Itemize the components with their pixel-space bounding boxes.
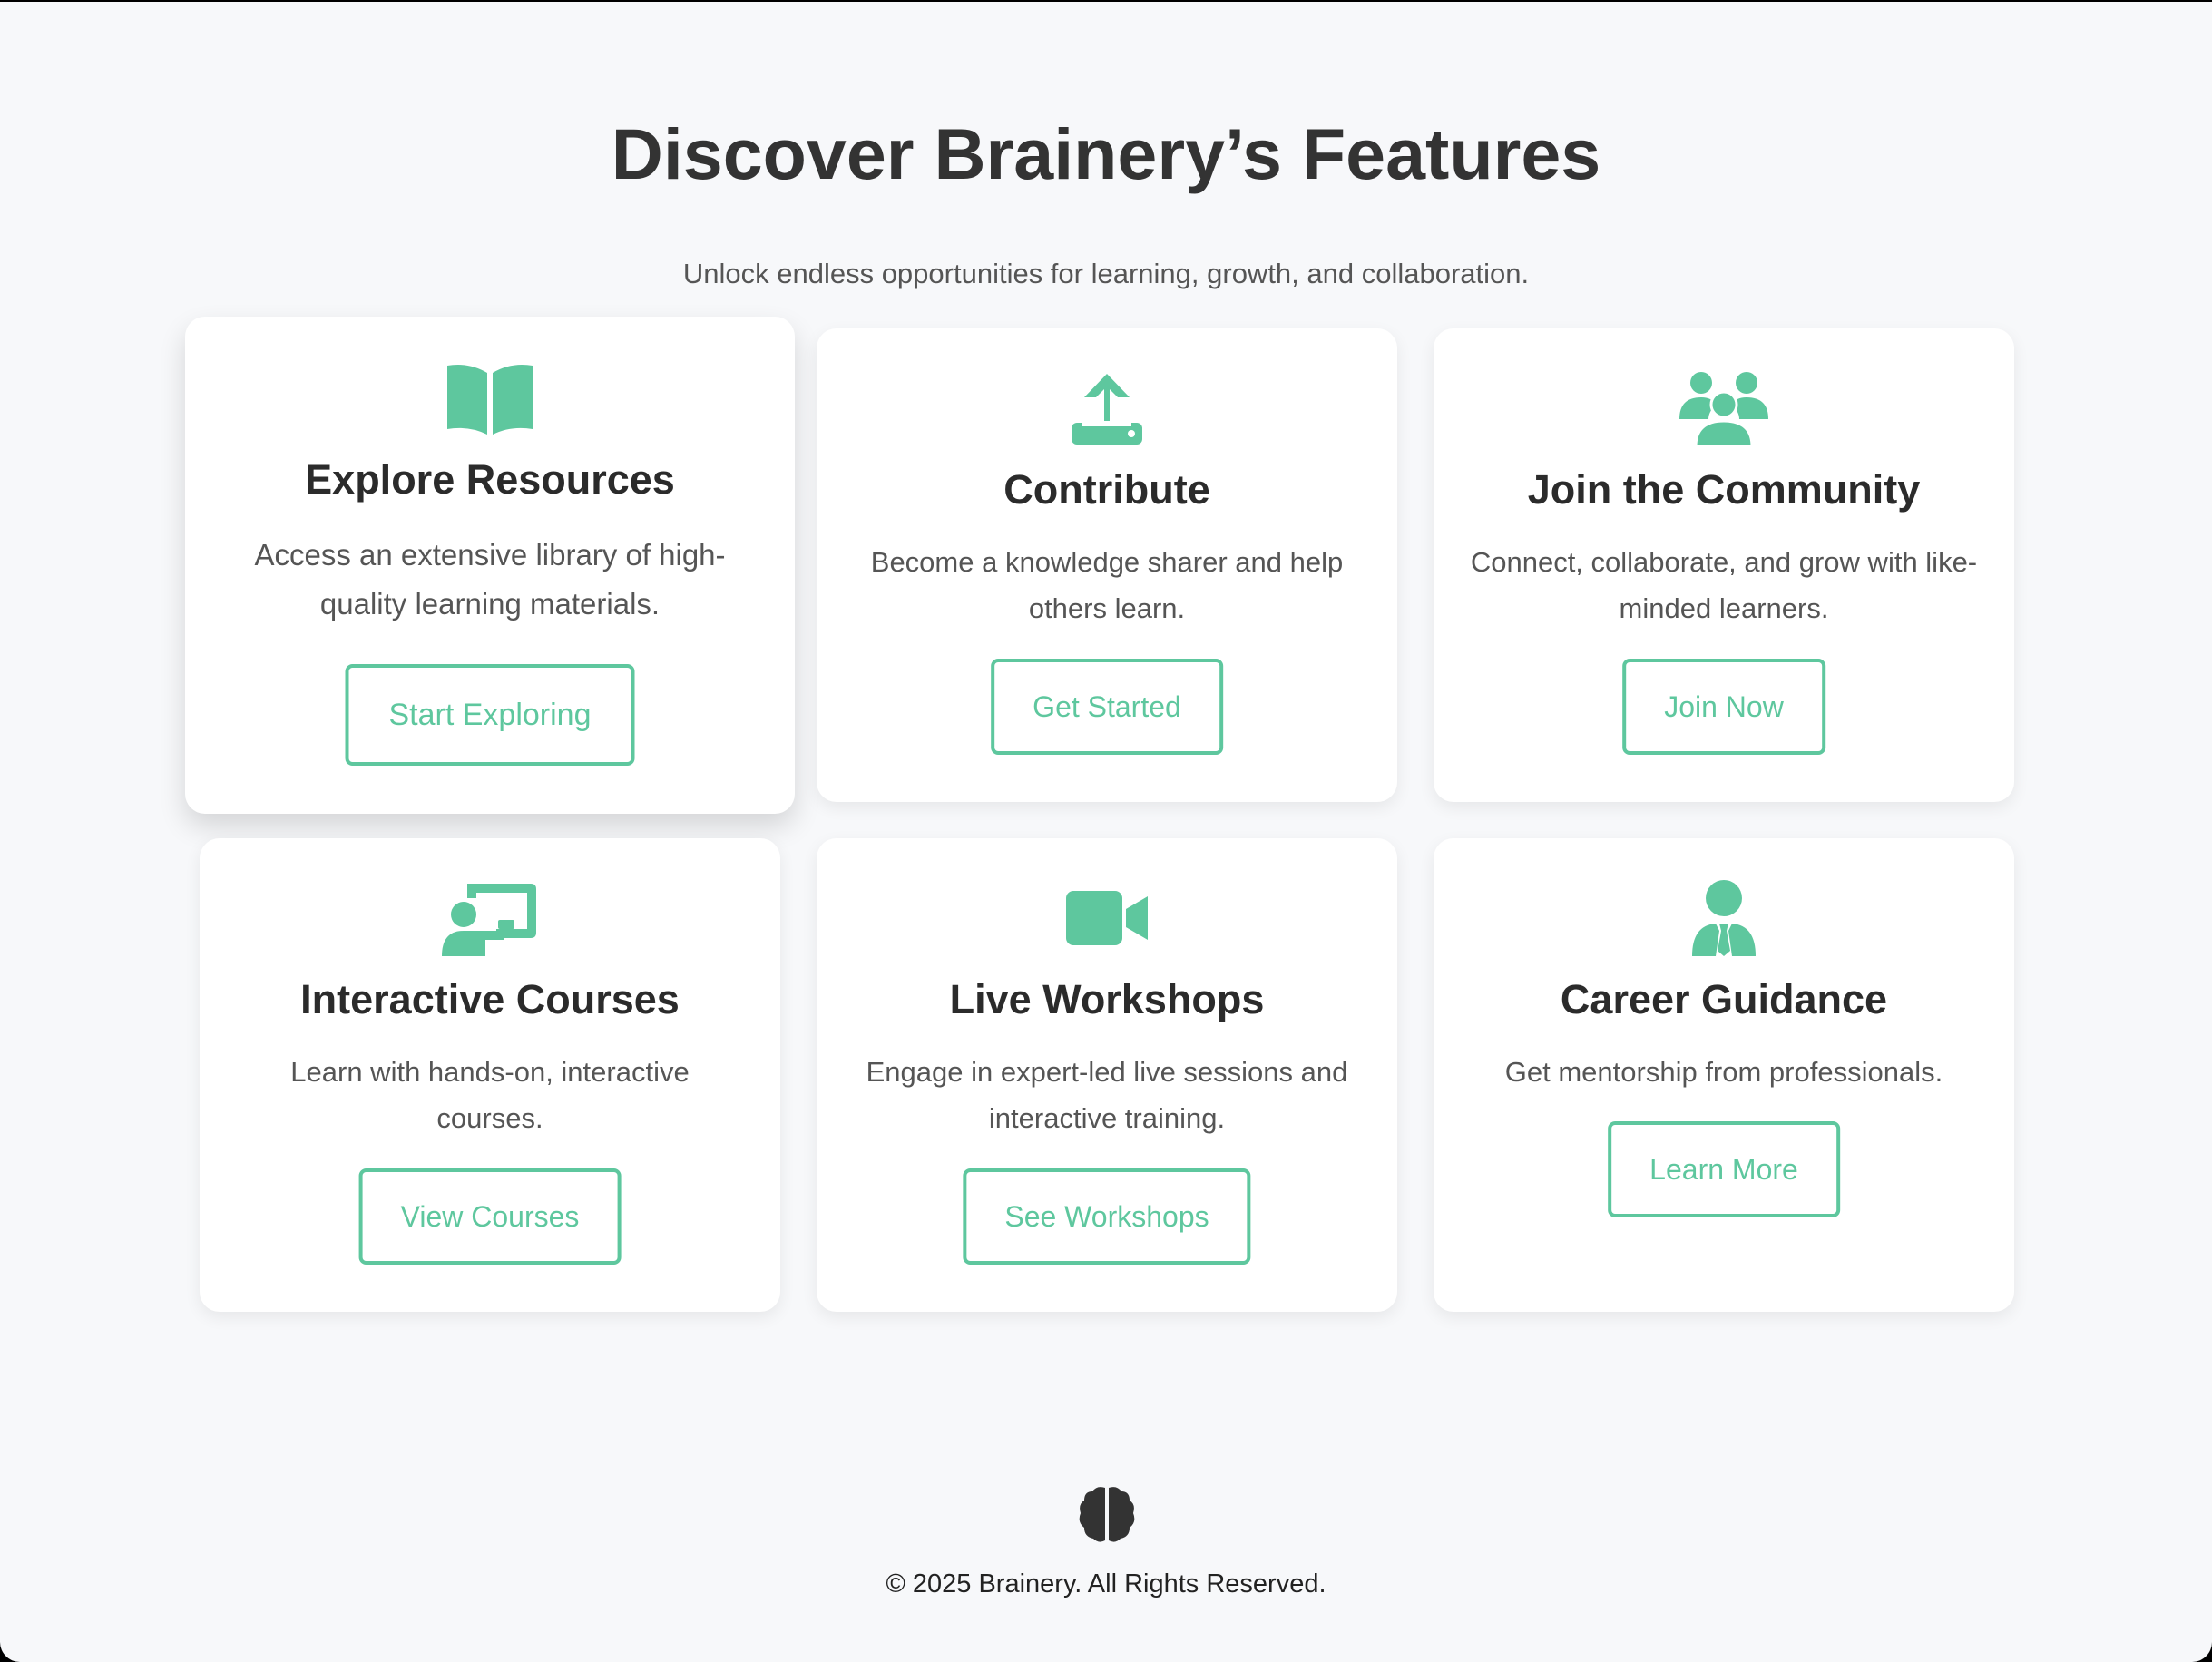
- card-description: Access an extensive library of high-qual…: [254, 538, 726, 621]
- card-description: Learn with hands-on, interactive courses…: [290, 1056, 690, 1134]
- card-title: Join the Community: [1527, 466, 1921, 513]
- card-title: Explore Resources: [305, 456, 675, 503]
- user-tie-icon: [1674, 880, 1774, 956]
- users-icon: [1674, 370, 1774, 446]
- card-description: Become a knowledge sharer and help other…: [870, 546, 1344, 624]
- page-title: Discover Brainery’s Features: [611, 113, 1601, 194]
- browser-viewport: Discover Brainery’s Features Unlock endl…: [0, 2, 2212, 1662]
- card-title: Career Guidance: [1560, 976, 1888, 1022]
- feature-card-contribute: Contribute Become a knowledge sharer and…: [817, 328, 1397, 802]
- start-exploring-button[interactable]: Start Exploring: [345, 664, 635, 766]
- feature-card-join-community: Join the Community Connect, collaborate,…: [1434, 328, 2014, 802]
- view-courses-button[interactable]: View Courses: [358, 1168, 622, 1265]
- book-open-icon: [440, 362, 540, 438]
- page-subtitle: Unlock endless opportunities for learnin…: [682, 258, 1530, 289]
- upload-icon: [1057, 370, 1157, 446]
- learn-more-button[interactable]: Learn More: [1608, 1121, 1840, 1217]
- chalkboard-teacher-icon: [440, 880, 540, 956]
- feature-card-interactive-courses: Interactive Courses Learn with hands-on,…: [200, 838, 780, 1312]
- card-description: Engage in expert-led live sessions and i…: [866, 1056, 1348, 1134]
- card-description: Get mentorship from professionals.: [1504, 1056, 1943, 1088]
- video-camera-icon: [1057, 880, 1157, 956]
- card-description: Connect, collaborate, and grow with like…: [1470, 546, 1978, 624]
- feature-card-career-guidance: Career Guidance Get mentorship from prof…: [1434, 838, 2014, 1312]
- feature-card-live-workshops: Live Workshops Engage in expert-led live…: [817, 838, 1397, 1312]
- feature-card-explore-resources: Explore Resources Access an extensive li…: [185, 317, 795, 814]
- card-title: Interactive Courses: [300, 976, 680, 1022]
- join-now-button[interactable]: Join Now: [1622, 659, 1825, 755]
- card-title: Contribute: [1003, 466, 1210, 513]
- footer-copyright: © 2025 Brainery. All Rights Reserved.: [886, 1569, 1326, 1598]
- see-workshops-button[interactable]: See Workshops: [963, 1168, 1251, 1265]
- card-title: Live Workshops: [949, 976, 1265, 1022]
- get-started-button[interactable]: Get Started: [991, 659, 1223, 755]
- brain-icon: [1077, 1484, 1137, 1544]
